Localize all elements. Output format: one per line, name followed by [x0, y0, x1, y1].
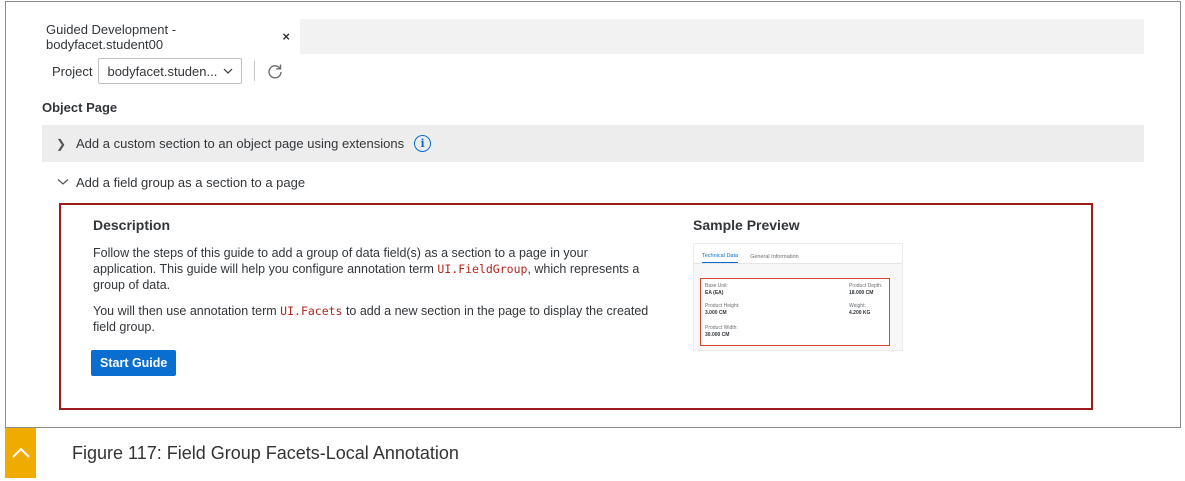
chevron-down-icon	[223, 68, 233, 74]
preview-field: Product Depth: 18.000 CM	[849, 283, 882, 296]
code-term: UI.Facets	[280, 304, 343, 318]
guide-content-panel: Description Follow the steps of this gui…	[59, 203, 1093, 410]
preview-field-label: Product Width:	[705, 325, 738, 331]
preview-field-value: 18.000 CM	[849, 290, 874, 296]
description-heading: Description	[93, 217, 171, 233]
preview-field-value: 4.200 KG	[849, 310, 871, 316]
guide-row-custom-section[interactable]: ❯ Add a custom section to an object page…	[42, 125, 1144, 162]
preview-tab-general-information: General Information	[750, 254, 799, 260]
project-label: Project	[52, 63, 93, 79]
preview-field: Product Height: 3.000 CM	[705, 303, 739, 316]
sample-preview-image: Technical Data General Information Base …	[693, 243, 903, 351]
sample-preview-heading: Sample Preview	[693, 217, 800, 233]
preview-field-label: Weight:	[849, 303, 866, 309]
project-select[interactable]: bodyfacet.studen...	[98, 58, 243, 84]
preview-field-label: Product Depth:	[849, 283, 883, 289]
preview-field-value: EA (EA)	[705, 290, 724, 296]
project-row: Project bodyfacet.studen...	[52, 57, 283, 85]
chevron-down-icon	[57, 179, 69, 185]
code-term: UI.FieldGroup	[437, 262, 528, 276]
refresh-icon[interactable]	[267, 63, 283, 79]
preview-tab-technical-data: Technical Data	[702, 253, 739, 263]
preview-field-value: 3.000 CM	[705, 310, 727, 316]
chevron-right-icon: ❯	[56, 136, 67, 151]
close-icon[interactable]: ×	[282, 29, 290, 44]
text-run: You will then use annotation term	[93, 304, 281, 318]
toolbar-divider	[254, 61, 256, 81]
preview-field-group-card: Base Unit: EA (EA) Product Depth: 18.000…	[700, 278, 890, 346]
preview-field: Weight: 4.200 KG	[849, 303, 870, 316]
guide-label: Add a custom section to an object page u…	[76, 136, 405, 151]
tab-strip: Guided Development - bodyfacet.student00…	[36, 19, 1144, 54]
guide-label: Add a field group as a section to a page	[76, 174, 306, 190]
section-title: Object Page	[42, 100, 118, 115]
description-paragraph-2: You will then use annotation term UI.Fac…	[93, 303, 653, 335]
preview-field-label: Base Unit:	[705, 283, 729, 289]
preview-tabs: Technical Data General Information	[694, 244, 902, 264]
description-text: Follow the steps of this guide to add a …	[93, 245, 653, 345]
preview-field-value: 30.000 CM	[705, 332, 730, 338]
figure-caption: Figure 117: Field Group Facets-Local Ann…	[72, 442, 459, 463]
preview-field: Product Width: 30.000 CM	[705, 325, 738, 338]
chevron-up-icon	[11, 447, 30, 458]
start-guide-button[interactable]: Start Guide	[91, 350, 177, 376]
tab-title: Guided Development - bodyfacet.student00	[46, 21, 177, 52]
description-paragraph-1: Follow the steps of this guide to add a …	[93, 245, 653, 293]
preview-field-label: Product Height:	[705, 303, 740, 309]
tab-guided-development[interactable]: Guided Development - bodyfacet.student00…	[36, 19, 300, 54]
project-select-value: bodyfacet.studen...	[107, 63, 218, 79]
preview-field: Base Unit: EA (EA)	[705, 283, 728, 296]
info-icon[interactable]: i	[414, 135, 432, 152]
guide-row-field-group[interactable]: Add a field group as a section to a page	[56, 170, 305, 194]
caption-badge[interactable]	[5, 428, 36, 478]
figure-caption-bar: Figure 117: Field Group Facets-Local Ann…	[5, 427, 1181, 478]
